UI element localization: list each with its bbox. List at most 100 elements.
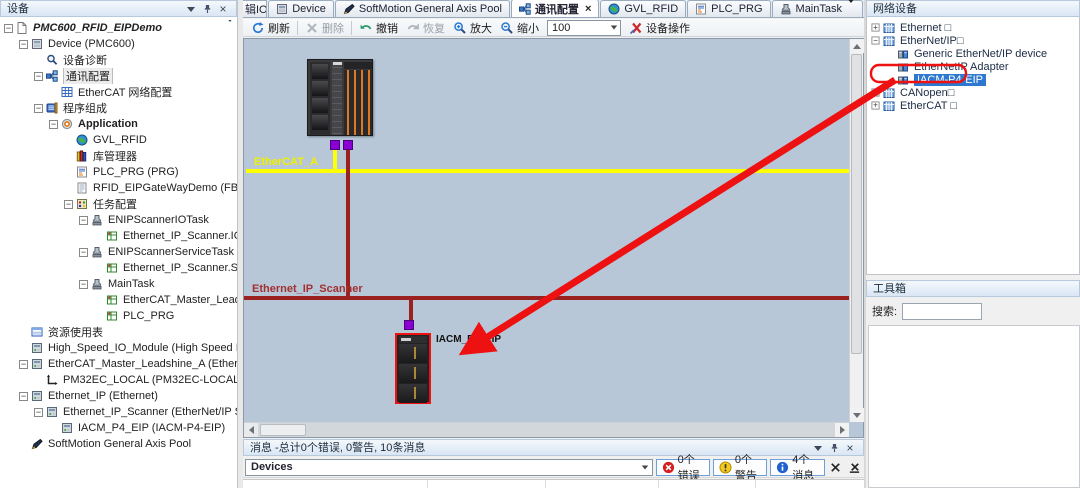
tree-item[interactable]: EtherNetIP Adapter — [867, 60, 1079, 73]
warning-filter-button[interactable]: 0个警告 — [712, 454, 768, 482]
eip-bus-line[interactable] — [244, 296, 849, 300]
chevron-down-icon[interactable] — [226, 20, 234, 34]
undo-button[interactable]: 撤销 — [355, 20, 402, 36]
collapse-icon[interactable]: − — [64, 199, 73, 209]
tab-MainTask[interactable]: MainTask — [771, 0, 863, 17]
collapse-icon[interactable]: − — [79, 279, 88, 289]
search-input[interactable] — [902, 302, 983, 320]
collapse-icon[interactable]: − — [49, 119, 58, 129]
devop-button[interactable]: 设备操作 — [625, 20, 694, 36]
hscroll-thumb[interactable] — [260, 424, 306, 436]
collapse-icon[interactable]: − — [19, 359, 28, 369]
tree-item[interactable]: 设备诊断 — [0, 52, 237, 68]
scroll-up-icon[interactable] — [850, 39, 864, 53]
tree-item[interactable]: EtherCAT_Master_Leadshine — [0, 292, 237, 308]
scroll-left-icon[interactable] — [244, 423, 258, 437]
tree-item[interactable]: − PMC600_RFID_EIPDemo — [0, 20, 237, 36]
chevron-down-icon[interactable] — [607, 21, 620, 35]
canvas-vscrollbar[interactable] — [849, 39, 864, 422]
iacm-device-image[interactable] — [395, 333, 431, 404]
tree-item[interactable]: − Ethernet_IP_Scanner (EtherNet/IP Scann — [0, 404, 237, 420]
deletex-button[interactable]: 删除 — [301, 20, 348, 36]
panel-menu-icon[interactable] — [184, 3, 198, 16]
chevron-down-icon[interactable] — [847, 0, 855, 15]
collapse-icon[interactable]: − — [79, 215, 88, 225]
close-icon[interactable]: × — [843, 441, 857, 455]
info-filter-button[interactable]: 4个消息 — [770, 454, 825, 482]
close-tab-icon[interactable]: × — [585, 3, 591, 15]
tree-item[interactable]: Generic EtherNet/IP device — [867, 47, 1079, 60]
zoom-level-combo[interactable]: 100 — [547, 19, 621, 36]
collapse-icon[interactable]: − — [34, 103, 43, 113]
tab-GVL_RFID[interactable]: GVL_RFID — [600, 0, 687, 17]
tab-SoftMotion General Axis Pool[interactable]: SoftMotion General Axis Pool — [334, 0, 510, 17]
tree-item[interactable]: PLC_PRG (PRG) — [0, 164, 237, 180]
tree-item[interactable]: IACM_P4_EIP (IACM-P4-EIP) — [0, 420, 237, 436]
tab-Device[interactable]: Device — [268, 0, 334, 17]
collapse-icon[interactable]: − — [79, 247, 88, 257]
tree-item[interactable]: − Application — [0, 116, 237, 132]
tree-item[interactable]: + EtherCAT □ — [867, 99, 1079, 112]
tree-item[interactable]: GVL_RFID — [0, 132, 237, 148]
tree-item-label: CANopen□ — [900, 86, 955, 99]
zoomin-button[interactable]: 放大 — [449, 20, 496, 36]
tree-item[interactable]: SoftMotion General Axis Pool — [0, 436, 237, 452]
tree-item[interactable]: − ENIPScannerServiceTask — [0, 244, 237, 260]
iacm-port-connector[interactable] — [404, 320, 414, 330]
canvas-hscrollbar[interactable] — [244, 422, 849, 437]
grid-icon — [61, 86, 74, 98]
error-filter-button[interactable]: 0个错误 — [655, 454, 710, 482]
scroll-right-icon[interactable] — [835, 423, 849, 437]
expand-icon[interactable]: + — [871, 23, 880, 32]
tree-item[interactable]: − Device (PMC600) — [0, 36, 237, 52]
tree-item[interactable]: PLC_PRG — [0, 308, 237, 324]
close-icon[interactable]: × — [216, 2, 230, 16]
tree-item[interactable]: − EtherNet/IP□ — [867, 34, 1079, 47]
pin-icon[interactable] — [200, 3, 214, 16]
tree-item[interactable]: 库管理器 — [0, 148, 237, 164]
tree-item[interactable]: − EtherCAT_Master_Leadshine_A (EtherCAT M — [0, 356, 237, 372]
tree-item[interactable]: PM32EC_LOCAL (PM32EC-LOCAL) — [0, 372, 237, 388]
tree-item[interactable]: − 任务配置 — [0, 196, 237, 212]
collapse-icon[interactable]: − — [19, 39, 28, 49]
ethercat-bus-line[interactable] — [246, 169, 849, 173]
collapse-icon[interactable]: − — [4, 23, 13, 33]
tree-item[interactable]: IACM-P4-EIP — [867, 73, 1079, 86]
tree-item[interactable]: Ethernet_IP_Scanner.IOCyc — [0, 228, 237, 244]
collapse-icon[interactable]: − — [34, 407, 43, 417]
expand-icon[interactable]: + — [871, 88, 880, 97]
zoomout-button[interactable]: 缩小 — [496, 20, 543, 36]
tab-通讯配置[interactable]: 通讯配置 × — [510, 0, 600, 17]
expand-icon[interactable]: + — [871, 101, 880, 110]
pin-icon[interactable] — [827, 442, 841, 455]
plc-device-image[interactable] — [307, 59, 373, 136]
message-source-combo[interactable]: Devices — [245, 458, 653, 476]
tab-辑IO映射[interactable]: 辑IO映射 — [243, 0, 268, 17]
tree-item[interactable]: 资源使用表 — [0, 324, 237, 340]
tab-label: SoftMotion General Axis Pool — [358, 3, 502, 15]
tab-PLC_PRG[interactable]: PLC_PRG — [687, 0, 771, 17]
tree-item[interactable]: EtherCAT 网络配置 — [0, 84, 237, 100]
collapse-icon[interactable]: − — [19, 391, 28, 401]
tree-item[interactable]: Ethernet_IP_Scanner.Servic — [0, 260, 237, 276]
tree-item[interactable]: RFID_EIPGateWayDemo (FB) — [0, 180, 237, 196]
tree-item[interactable]: + Ethernet □ — [867, 21, 1079, 34]
tree-item[interactable]: High_Speed_IO_Module (High Speed IO Modu — [0, 340, 237, 356]
redo-button[interactable]: 恢复 — [402, 20, 449, 36]
refresh-button[interactable]: 刷新 — [247, 20, 294, 36]
tree-item[interactable]: − 程序组成 — [0, 100, 237, 116]
collapse-icon[interactable]: − — [871, 36, 880, 45]
collapse-icon[interactable]: − — [34, 71, 43, 81]
tree-item[interactable]: + CANopen□ — [867, 86, 1079, 99]
ethernet-port-connector[interactable] — [343, 140, 353, 150]
scroll-down-icon[interactable] — [850, 408, 864, 422]
tree-item[interactable]: − Ethernet_IP (Ethernet) — [0, 388, 237, 404]
ethercat-port-connector[interactable] — [330, 140, 340, 150]
canvas-viewport[interactable]: EtherCAT_A Ethernet_IP_Scanner IACM_P4_E… — [244, 39, 849, 422]
clear-all-messages-icon[interactable] — [847, 459, 862, 475]
vscroll-thumb[interactable] — [851, 54, 862, 354]
tree-item[interactable]: − 通讯配置 — [0, 68, 237, 84]
tree-item[interactable]: − MainTask — [0, 276, 237, 292]
clear-message-icon[interactable] — [829, 459, 844, 475]
tree-item[interactable]: − ENIPScannerIOTask — [0, 212, 237, 228]
